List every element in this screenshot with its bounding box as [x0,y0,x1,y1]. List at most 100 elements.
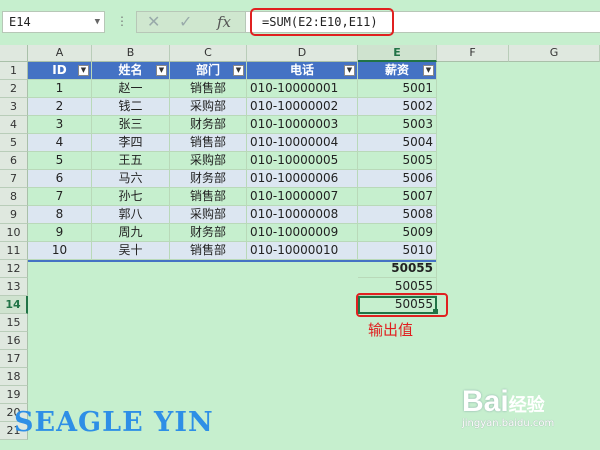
row-header-12[interactable]: 12 [0,260,28,278]
table-cell-phone[interactable]: 010-10000010 [247,242,358,260]
table-cell-salary[interactable]: 5010 [358,242,437,260]
table-header-phone[interactable]: 电话 ▼ [247,62,358,80]
row-header-7[interactable]: 7 [0,170,28,188]
table-cell-department[interactable]: 销售部 [170,188,247,206]
table-cell-name[interactable]: 李四 [92,134,170,152]
row-header-5[interactable]: 5 [0,134,28,152]
table-cell-name[interactable]: 王五 [92,152,170,170]
table-cell-salary[interactable]: 5002 [358,98,437,116]
table-cell-name[interactable]: 马六 [92,170,170,188]
table-cell-name[interactable]: 吴十 [92,242,170,260]
table-cell-department[interactable]: 财务部 [170,116,247,134]
table-cell-salary[interactable]: 5009 [358,224,437,242]
row-header-4[interactable]: 4 [0,116,28,134]
table-header-department[interactable]: 部门 ▼ [170,62,247,80]
row-header-16[interactable]: 16 [0,332,28,350]
table-cell-department[interactable]: 财务部 [170,224,247,242]
row-header-10[interactable]: 10 [0,224,28,242]
table-cell-id[interactable]: 3 [28,116,92,134]
column-header-e[interactable]: E [358,45,437,62]
table-cell-id[interactable]: 7 [28,188,92,206]
table-cell-name[interactable]: 孙七 [92,188,170,206]
filter-dropdown-icon[interactable]: ▼ [344,65,355,76]
table-cell-id[interactable]: 5 [28,152,92,170]
table-cell-department[interactable]: 采购部 [170,98,247,116]
column-header-g[interactable]: G [509,45,600,62]
table-header-label: 部门 [195,63,220,77]
row-header-3[interactable]: 3 [0,98,28,116]
author-watermark: SEAGLE YIN [14,407,214,438]
row-header-14[interactable]: 14 [0,296,28,314]
table-cell-name[interactable]: 赵一 [92,80,170,98]
table-cell-department[interactable]: 销售部 [170,134,247,152]
column-header-c[interactable]: C [170,45,247,62]
check-icon[interactable]: ✓ [179,12,192,32]
select-all-corner[interactable] [0,45,28,62]
more-options-icon[interactable]: ⋮ [116,14,128,28]
table-cell-salary[interactable]: 5007 [358,188,437,206]
table-cell-salary[interactable]: 5003 [358,116,437,134]
table-cell-phone[interactable]: 010-10000005 [247,152,358,170]
baidu-logo-suffix: 经验 [508,395,545,415]
table-cell-salary[interactable]: 5005 [358,152,437,170]
table-cell-salary[interactable]: 5004 [358,134,437,152]
table-cell-phone[interactable]: 010-10000003 [247,116,358,134]
table-header-salary[interactable]: 薪资 ▼ [358,62,437,80]
table-cell-department[interactable]: 财务部 [170,170,247,188]
table-cell-name[interactable]: 郭八 [92,206,170,224]
column-header-f[interactable]: F [437,45,509,62]
filter-dropdown-icon[interactable]: ▼ [156,65,167,76]
filter-dropdown-icon[interactable]: ▼ [78,65,89,76]
table-cell-id[interactable]: 1 [28,80,92,98]
table-cell-phone[interactable]: 010-10000008 [247,206,358,224]
column-header-b[interactable]: B [92,45,170,62]
row-header-2[interactable]: 2 [0,80,28,98]
table-cell-id[interactable]: 4 [28,134,92,152]
table-cell-department[interactable]: 采购部 [170,206,247,224]
row-header-9[interactable]: 9 [0,206,28,224]
table-cell-name[interactable]: 周九 [92,224,170,242]
table-cell-department[interactable]: 采购部 [170,152,247,170]
table-cell-phone[interactable]: 010-10000002 [247,98,358,116]
table-cell-department[interactable]: 销售部 [170,80,247,98]
row-header-17[interactable]: 17 [0,350,28,368]
row-header-15[interactable]: 15 [0,314,28,332]
table-header-name[interactable]: 姓名 ▼ [92,62,170,80]
name-box[interactable]: E14 ▼ [2,11,105,33]
row-header-19[interactable]: 19 [0,386,28,404]
row-header-6[interactable]: 6 [0,152,28,170]
table-cell-name[interactable]: 钱二 [92,98,170,116]
table-cell-id[interactable]: 9 [28,224,92,242]
table-cell-department[interactable]: 销售部 [170,242,247,260]
filter-dropdown-icon[interactable]: ▼ [423,65,434,76]
close-icon[interactable]: ✕ [147,12,160,32]
table-cell-phone[interactable]: 010-10000004 [247,134,358,152]
table-total-divider [28,260,436,262]
output-highlight-box [356,293,448,317]
table-cell-phone[interactable]: 010-10000006 [247,170,358,188]
filter-dropdown-icon[interactable]: ▼ [233,65,244,76]
chevron-down-icon[interactable]: ▼ [95,12,100,32]
table-cell-salary[interactable]: 5006 [358,170,437,188]
row-header-18[interactable]: 18 [0,368,28,386]
row-header-11[interactable]: 11 [0,242,28,260]
column-header-d[interactable]: D [247,45,358,62]
table-cell-id[interactable]: 8 [28,206,92,224]
column-header-a[interactable]: A [28,45,92,62]
table-cell-name[interactable]: 张三 [92,116,170,134]
table-header-id[interactable]: ID ▼ [28,62,92,80]
table-cell-phone[interactable]: 010-10000001 [247,80,358,98]
table-cell-salary[interactable]: 5001 [358,80,437,98]
sum-cell-e12[interactable]: 50055 [358,260,437,278]
row-header-1[interactable]: 1 [0,62,28,80]
table-cell-salary[interactable]: 5008 [358,206,437,224]
table-cell-phone[interactable]: 010-10000007 [247,188,358,206]
table-cell-phone[interactable]: 010-10000009 [247,224,358,242]
table-cell-id[interactable]: 6 [28,170,92,188]
table-cell-id[interactable]: 10 [28,242,92,260]
row-header-13[interactable]: 13 [0,278,28,296]
table-header-label: ID [52,63,67,77]
row-header-8[interactable]: 8 [0,188,28,206]
insert-function-button[interactable]: fx [217,12,231,32]
table-cell-id[interactable]: 2 [28,98,92,116]
